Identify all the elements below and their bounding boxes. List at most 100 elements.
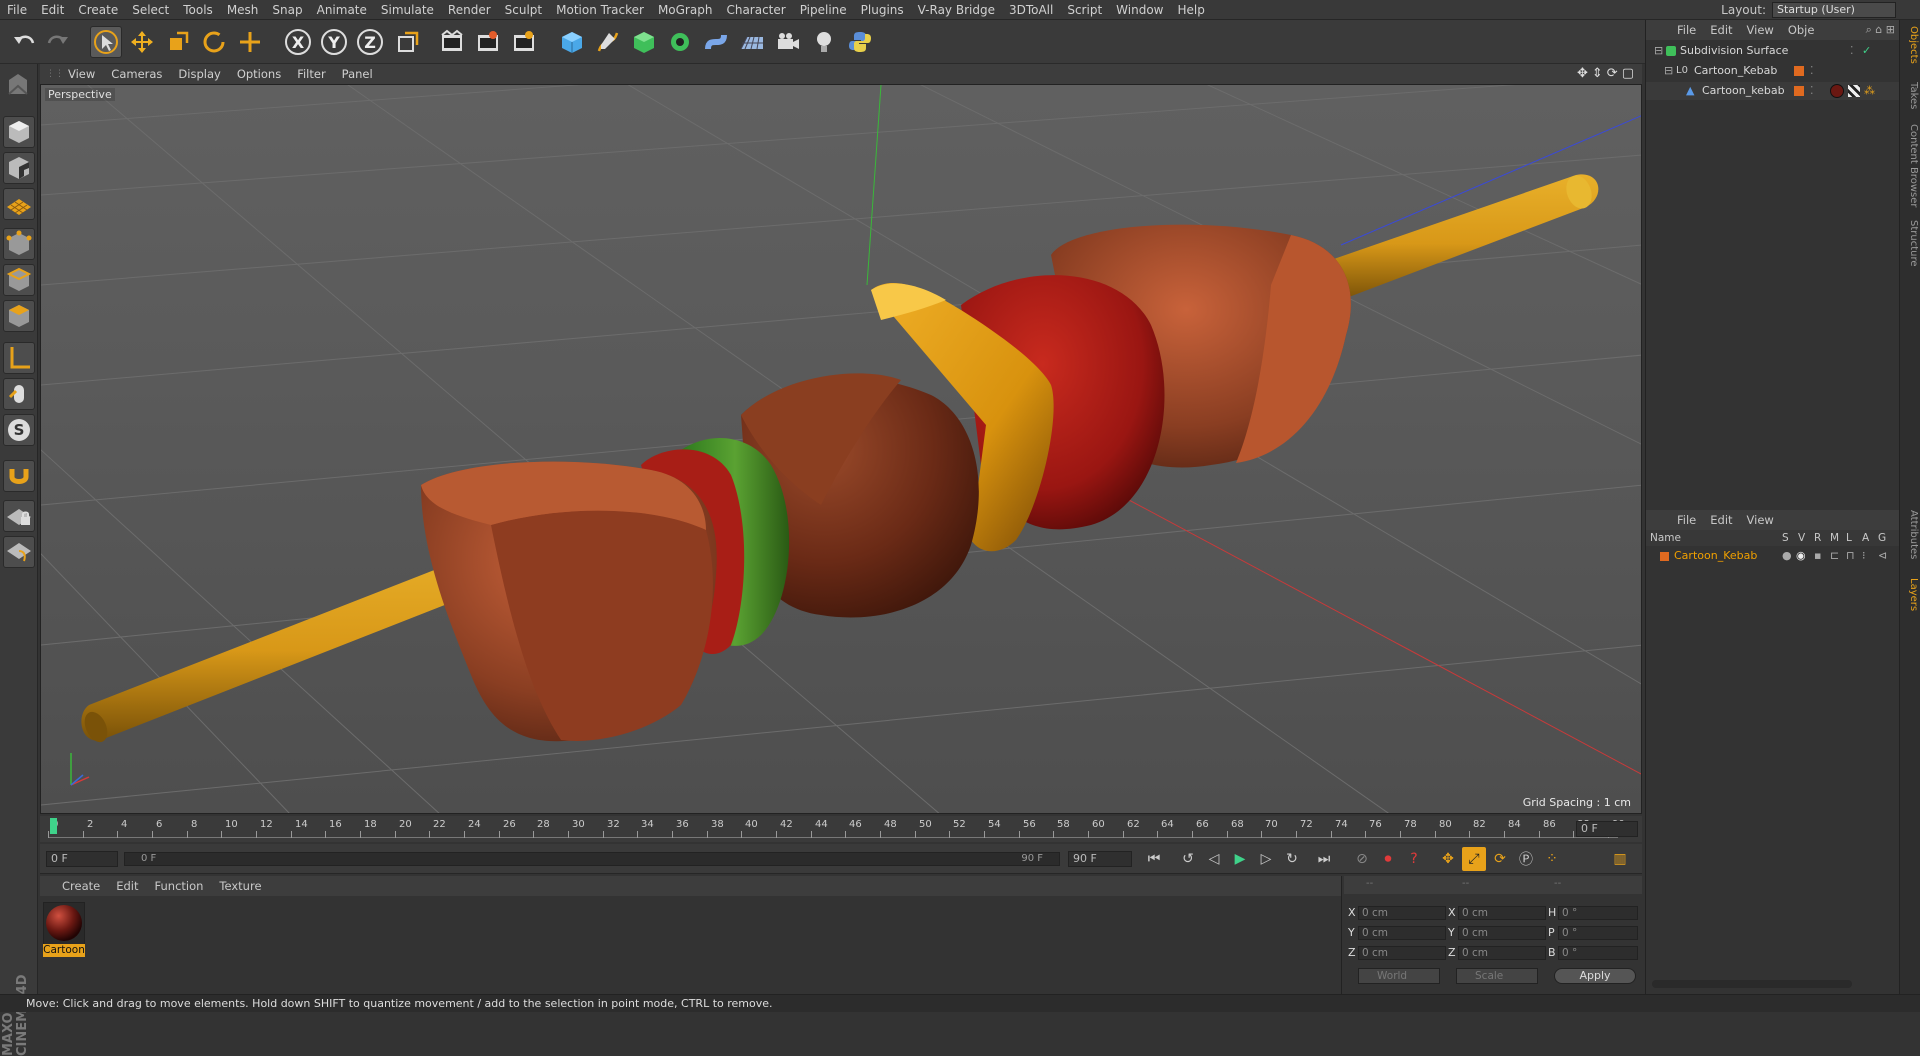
uvw-tag-icon[interactable]: [1848, 85, 1860, 97]
menu-mesh[interactable]: Mesh: [220, 0, 266, 20]
viewport-menu-view[interactable]: View: [60, 67, 103, 81]
move-icon[interactable]: [126, 26, 158, 58]
visibility-dots[interactable]: ⁚: [1850, 42, 1854, 60]
coordinate-system-icon[interactable]: [392, 26, 424, 58]
menu-mograph[interactable]: MoGraph: [651, 0, 720, 20]
previous-frame-icon[interactable]: ◁: [1202, 847, 1226, 871]
light-icon[interactable]: [808, 26, 840, 58]
search-icon[interactable]: ⌕: [1866, 23, 1872, 36]
tab-takes[interactable]: Takes: [1902, 82, 1919, 109]
layer-scrollbar[interactable]: [1652, 980, 1852, 988]
magnet-icon[interactable]: [3, 460, 35, 492]
model-mode-icon[interactable]: [3, 116, 35, 148]
snap-icon[interactable]: S: [3, 414, 35, 446]
menu-3dtoall[interactable]: 3DToAll: [1002, 0, 1060, 20]
kebab-model[interactable]: [80, 172, 1599, 746]
layer-generators-icon[interactable]: ⊲: [1878, 547, 1887, 565]
array-icon[interactable]: [664, 26, 696, 58]
deformer-icon[interactable]: [700, 26, 732, 58]
layer-color-swatch[interactable]: [1660, 552, 1669, 561]
rotation-h-field[interactable]: 0 °: [1558, 906, 1638, 920]
layer-menu-file[interactable]: File: [1670, 513, 1703, 527]
start-frame-field[interactable]: 0 F: [46, 851, 118, 867]
polygons-mode-icon[interactable]: [3, 300, 35, 332]
key-rotation-icon[interactable]: ⟳: [1488, 847, 1512, 871]
z-axis-button[interactable]: Z: [354, 26, 386, 58]
object-menu-view[interactable]: View: [1740, 23, 1781, 37]
dolly-icon[interactable]: ⇕: [1592, 66, 1603, 81]
redo-icon[interactable]: [42, 26, 74, 58]
menu-file[interactable]: File: [0, 0, 34, 20]
layer-manager-icon[interactable]: ⊏: [1830, 547, 1839, 565]
go-to-next-keyframe-icon[interactable]: ↻: [1280, 847, 1304, 871]
object-menu-file[interactable]: File: [1670, 23, 1703, 37]
viewport-menu-filter[interactable]: Filter: [289, 67, 333, 81]
object-menu-objects[interactable]: Obje: [1781, 23, 1822, 37]
workplane-icon[interactable]: [3, 188, 35, 220]
cube-primitive-icon[interactable]: [556, 26, 588, 58]
object-row-cartoon-kebab-null[interactable]: ⊟ L0 Cartoon_Kebab ⁚: [1646, 62, 1900, 80]
menu-vray-bridge[interactable]: V-Ray Bridge: [911, 0, 1002, 20]
lock-workplane-icon[interactable]: [3, 500, 35, 532]
edges-mode-icon[interactable]: [3, 264, 35, 296]
tab-layers[interactable]: Layers: [1902, 578, 1919, 611]
menu-motion-tracker[interactable]: Motion Tracker: [549, 0, 651, 20]
key-pla-icon[interactable]: ⁘: [1540, 847, 1564, 871]
layer-row-cartoon-kebab[interactable]: Cartoon_Kebab ● ◉ ▪ ⊏ ⊓ ⁝ ⊲: [1646, 547, 1900, 565]
menu-animate[interactable]: Animate: [310, 0, 374, 20]
go-to-previous-keyframe-icon[interactable]: ↺: [1176, 847, 1200, 871]
current-frame-field[interactable]: 0 F: [1576, 821, 1638, 837]
layer-color-swatch[interactable]: [1794, 66, 1804, 76]
object-menu-edit[interactable]: Edit: [1703, 23, 1739, 37]
layer-visible-icon[interactable]: ◉: [1796, 547, 1806, 565]
menu-snap[interactable]: Snap: [265, 0, 309, 20]
menu-plugins[interactable]: Plugins: [854, 0, 911, 20]
live-selection-icon[interactable]: [90, 26, 122, 58]
menu-character[interactable]: Character: [719, 0, 792, 20]
make-editable-icon[interactable]: [3, 70, 35, 102]
home-icon[interactable]: ⌂: [1875, 23, 1882, 36]
tab-attributes[interactable]: Attributes: [1902, 510, 1919, 559]
size-y-field[interactable]: 0 cm: [1458, 926, 1546, 940]
rotation-p-field[interactable]: 0 °: [1558, 926, 1638, 940]
tab-structure[interactable]: Structure: [1902, 220, 1919, 267]
material-tag-icon[interactable]: [1830, 84, 1844, 98]
end-frame-field[interactable]: 90 F: [1068, 851, 1132, 867]
layer-color-swatch[interactable]: [1794, 86, 1804, 96]
visibility-dots[interactable]: ⁚: [1810, 82, 1814, 100]
material-menu-function[interactable]: Function: [147, 879, 212, 893]
playhead[interactable]: [50, 818, 57, 834]
viewport-menu-panel[interactable]: Panel: [334, 67, 381, 81]
size-x-field[interactable]: 0 cm: [1458, 906, 1546, 920]
size-mode-select[interactable]: Scale: [1456, 968, 1538, 984]
position-x-field[interactable]: 0 cm: [1358, 906, 1446, 920]
viewport-menu-options[interactable]: Options: [229, 67, 289, 81]
layer-animation-icon[interactable]: ⁝: [1862, 547, 1866, 565]
rotation-b-field[interactable]: 0 °: [1558, 946, 1638, 960]
menu-render[interactable]: Render: [441, 0, 498, 20]
menu-pipeline[interactable]: Pipeline: [793, 0, 854, 20]
go-to-start-icon[interactable]: ⏮: [1142, 847, 1166, 871]
go-to-end-icon[interactable]: ⏭: [1312, 847, 1336, 871]
autokeying-icon[interactable]: ?: [1402, 847, 1426, 871]
play-icon[interactable]: ▶: [1228, 847, 1252, 871]
render-view-icon[interactable]: [436, 26, 468, 58]
menu-tools[interactable]: Tools: [176, 0, 220, 20]
y-axis-button[interactable]: Y: [318, 26, 350, 58]
rotate-icon[interactable]: [198, 26, 230, 58]
layout-select[interactable]: Startup (User): [1772, 2, 1896, 18]
tab-content-browser[interactable]: Content Browser: [1902, 124, 1919, 207]
menu-create[interactable]: Create: [71, 0, 125, 20]
viewport-menu-cameras[interactable]: Cameras: [103, 67, 170, 81]
planar-workplane-icon[interactable]: [3, 536, 35, 568]
subdivision-surface-icon[interactable]: [628, 26, 660, 58]
python-icon[interactable]: [844, 26, 876, 58]
transform-icon[interactable]: [234, 26, 266, 58]
material-menu-edit[interactable]: Edit: [108, 879, 146, 893]
menu-script[interactable]: Script: [1060, 0, 1109, 20]
frame-range-slider[interactable]: 0 F 90 F: [124, 852, 1060, 866]
pen-spline-icon[interactable]: [592, 26, 624, 58]
undo-icon[interactable]: [8, 26, 40, 58]
render-settings-icon[interactable]: [508, 26, 540, 58]
collapse-icon[interactable]: ⊟: [1664, 62, 1673, 80]
